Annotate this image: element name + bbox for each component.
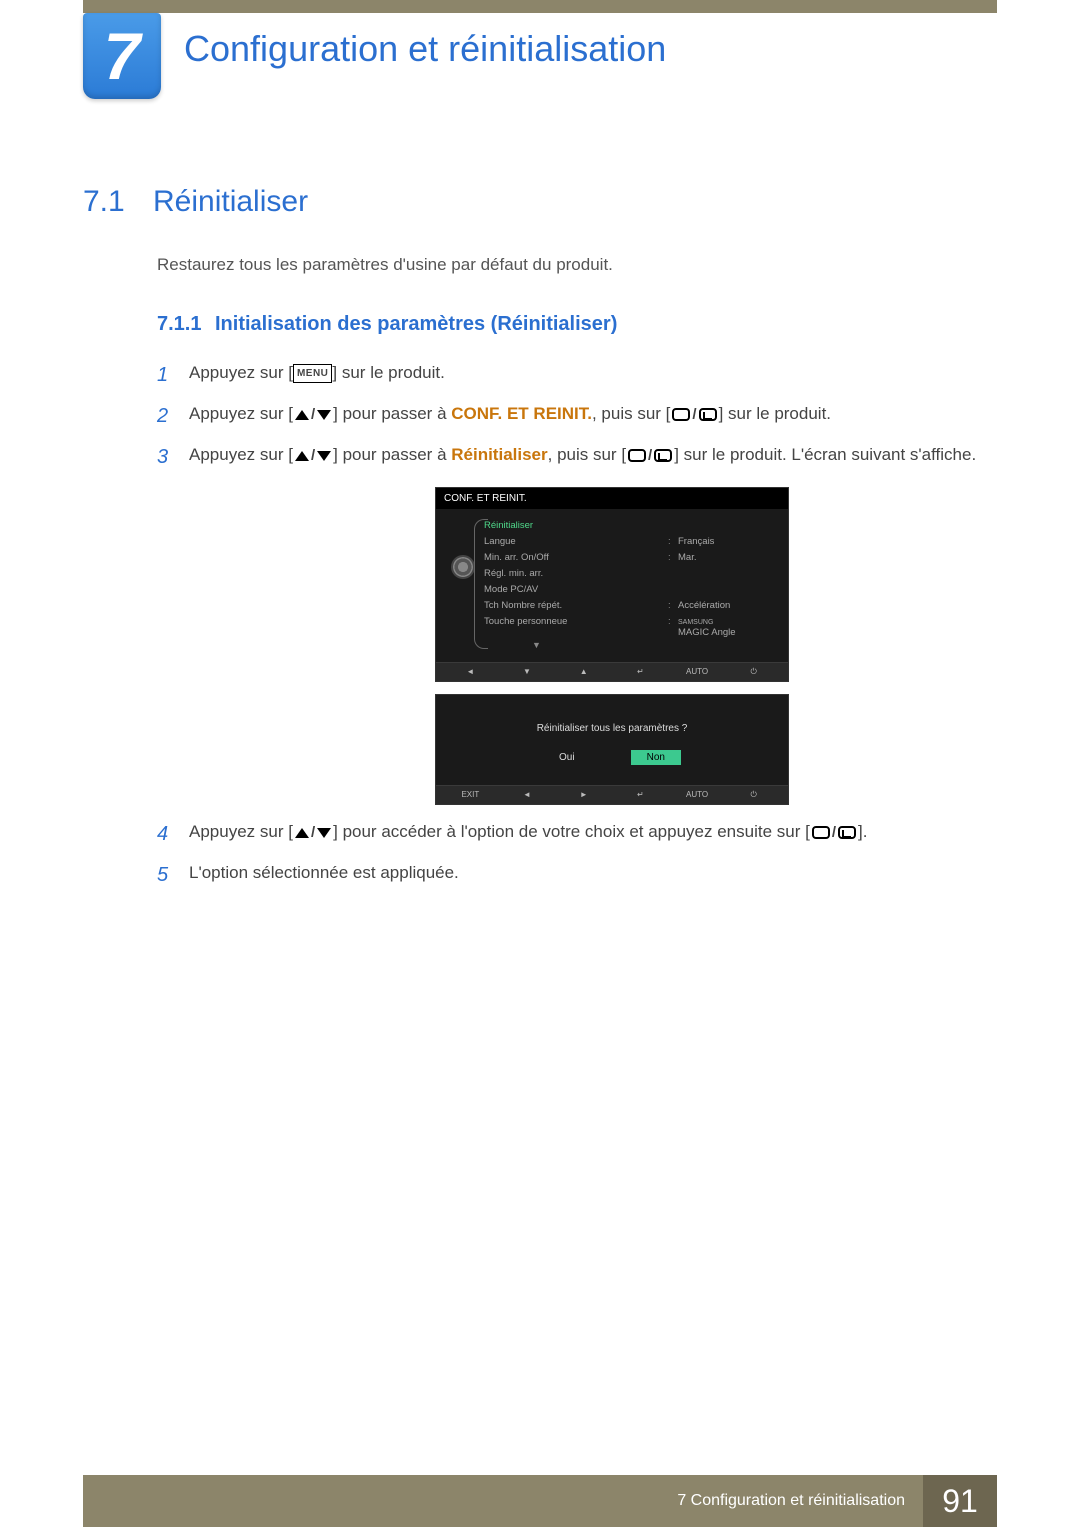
text: ] sur le produit. L'écran suivant s'affi… [674, 445, 976, 464]
gear-icon [453, 557, 473, 577]
confirm-question: Réinitialiser tous les paramètres ? [446, 723, 778, 734]
step-number: 5 [157, 860, 175, 891]
section-intro: Restaurez tous les paramètres d'usine pa… [157, 255, 993, 275]
osd-body: Réinitialiser Langue:Français Min. arr. … [436, 509, 788, 662]
osd-menu: CONF. ET REINIT. Réinitialiser Langue:Fr… [435, 487, 789, 682]
nav-down-icon: ▼ [499, 667, 556, 677]
step-5: 5 L'option sélectionnée est appliquée. [157, 860, 993, 891]
enter-icon: ↵ [612, 667, 669, 677]
osd-row: Touche personneue:SAMSUNGMAGIC Angle [484, 613, 778, 640]
nav-left-icon: ◄ [499, 790, 556, 800]
step-2: 2 Appuyez sur [/] pour passer à CONF. ET… [157, 401, 993, 432]
subsection-title: Initialisation des paramètres (Réinitial… [215, 313, 617, 335]
steps-list: 1 Appuyez sur [MENU] sur le produit. 2 A… [157, 360, 993, 891]
chapter-number-badge: 7 [83, 13, 161, 99]
text: ]. [858, 822, 867, 841]
step-number: 3 [157, 442, 175, 473]
text: ] sur le produit. [719, 404, 831, 423]
confirm-no: Non [631, 750, 681, 765]
power-icon: ⏻ [725, 790, 782, 800]
confirm-buttons: Oui Non [446, 750, 778, 765]
up-down-icon: / [293, 403, 333, 426]
osd-confirm-dialog: Réinitialiser tous les paramètres ? Oui … [435, 694, 789, 805]
highlight-text: CONF. ET REINIT. [451, 404, 592, 423]
osd-label: Min. arr. On/Off [484, 552, 668, 563]
text: , puis sur [ [548, 445, 626, 464]
osd-row: Min. arr. On/Off:Mar. [484, 549, 778, 565]
text: Appuyez sur [ [189, 822, 293, 841]
nav-up-icon: ▲ [555, 667, 612, 677]
page-number: 91 [923, 1475, 997, 1527]
text: ] pour passer à [333, 404, 451, 423]
chapter-title: Configuration et réinitialisation [184, 28, 666, 70]
step-4: 4 Appuyez sur [/] pour accéder à l'optio… [157, 819, 993, 850]
osd-confirm-footer: EXIT ◄ ► ↵ AUTO ⏻ [436, 785, 788, 804]
text: ] pour accéder à l'option de votre choix… [333, 822, 810, 841]
enter-icon: ↵ [612, 790, 669, 800]
confirm-yes: Oui [543, 750, 591, 765]
top-bar [83, 0, 997, 13]
page-footer: 7 Configuration et réinitialisation 91 [83, 1475, 997, 1527]
osd-screenshot: CONF. ET REINIT. Réinitialiser Langue:Fr… [435, 487, 789, 805]
up-down-icon: / [293, 444, 333, 467]
step-number: 1 [157, 360, 175, 391]
osd-label: Langue [484, 536, 668, 547]
select-enter-icon: / [670, 403, 718, 426]
nav-left-icon: ◄ [442, 667, 499, 677]
osd-label: Régl. min. arr. [484, 568, 778, 579]
confirm-body: Réinitialiser tous les paramètres ? Oui … [436, 695, 788, 785]
section-number: 7.1 [83, 185, 153, 219]
step-text: Appuyez sur [/] pour passer à Réinitiali… [189, 442, 976, 473]
step-text: Appuyez sur [/] pour passer à CONF. ET R… [189, 401, 831, 432]
step-1: 1 Appuyez sur [MENU] sur le produit. [157, 360, 993, 391]
menu-button-icon: MENU [293, 364, 332, 384]
auto-label: AUTO [669, 667, 726, 677]
osd-row: Réinitialiser [484, 517, 778, 533]
osd-row: Régl. min. arr. [484, 565, 778, 581]
power-icon: ⏻ [725, 667, 782, 677]
select-enter-icon: / [810, 821, 858, 844]
osd-list: Réinitialiser Langue:Français Min. arr. … [484, 517, 778, 650]
subsection-heading: 7.1.1Initialisation des paramètres (Réin… [157, 313, 993, 336]
osd-row: Tch Nombre répét.:Accélération [484, 597, 778, 613]
step-number: 4 [157, 819, 175, 850]
osd-value: Mar. [678, 552, 778, 563]
osd-value: Accélération [678, 600, 778, 611]
osd-label: Mode PC/AV [484, 584, 778, 595]
auto-label: AUTO [669, 790, 726, 800]
osd-row: Mode PC/AV [484, 581, 778, 597]
osd-label: Touche personneue [484, 616, 668, 638]
osd-row: Langue:Français [484, 533, 778, 549]
text: , puis sur [ [592, 404, 670, 423]
text: ] pour passer à [333, 445, 451, 464]
osd-label: Tch Nombre répét. [484, 600, 668, 611]
nav-right-icon: ► [555, 790, 612, 800]
select-enter-icon: / [626, 444, 674, 467]
text: Appuyez sur [ [189, 445, 293, 464]
step-text: Appuyez sur [MENU] sur le produit. [189, 360, 445, 391]
subsection-number: 7.1.1 [157, 313, 215, 336]
step-number: 2 [157, 401, 175, 432]
osd-title: CONF. ET REINIT. [436, 488, 788, 509]
step-3: 3 Appuyez sur [/] pour passer à Réinitia… [157, 442, 993, 473]
page-content: 7.1Réinitialiser Restaurez tous les para… [83, 185, 993, 901]
osd-footer: ◄ ▼ ▲ ↵ AUTO ⏻ [436, 662, 788, 681]
osd-sidebar [442, 517, 484, 650]
section-title: Réinitialiser [153, 185, 308, 218]
up-down-icon: / [293, 821, 333, 844]
osd-value: Français [678, 536, 778, 547]
step-text: Appuyez sur [/] pour accéder à l'option … [189, 819, 867, 850]
osd-value: SAMSUNGMAGIC Angle [678, 616, 778, 638]
highlight-text: Réinitialiser [451, 445, 547, 464]
text: ] sur le produit. [332, 363, 444, 382]
scroll-down-icon: ▼ [484, 640, 778, 650]
exit-label: EXIT [442, 790, 499, 800]
text: Appuyez sur [ [189, 363, 293, 382]
footer-chapter-label: 7 Configuration et réinitialisation [83, 1475, 923, 1527]
text: Appuyez sur [ [189, 404, 293, 423]
section-heading: 7.1Réinitialiser [83, 185, 993, 219]
step-text: L'option sélectionnée est appliquée. [189, 860, 459, 891]
osd-label: Réinitialiser [484, 520, 778, 531]
